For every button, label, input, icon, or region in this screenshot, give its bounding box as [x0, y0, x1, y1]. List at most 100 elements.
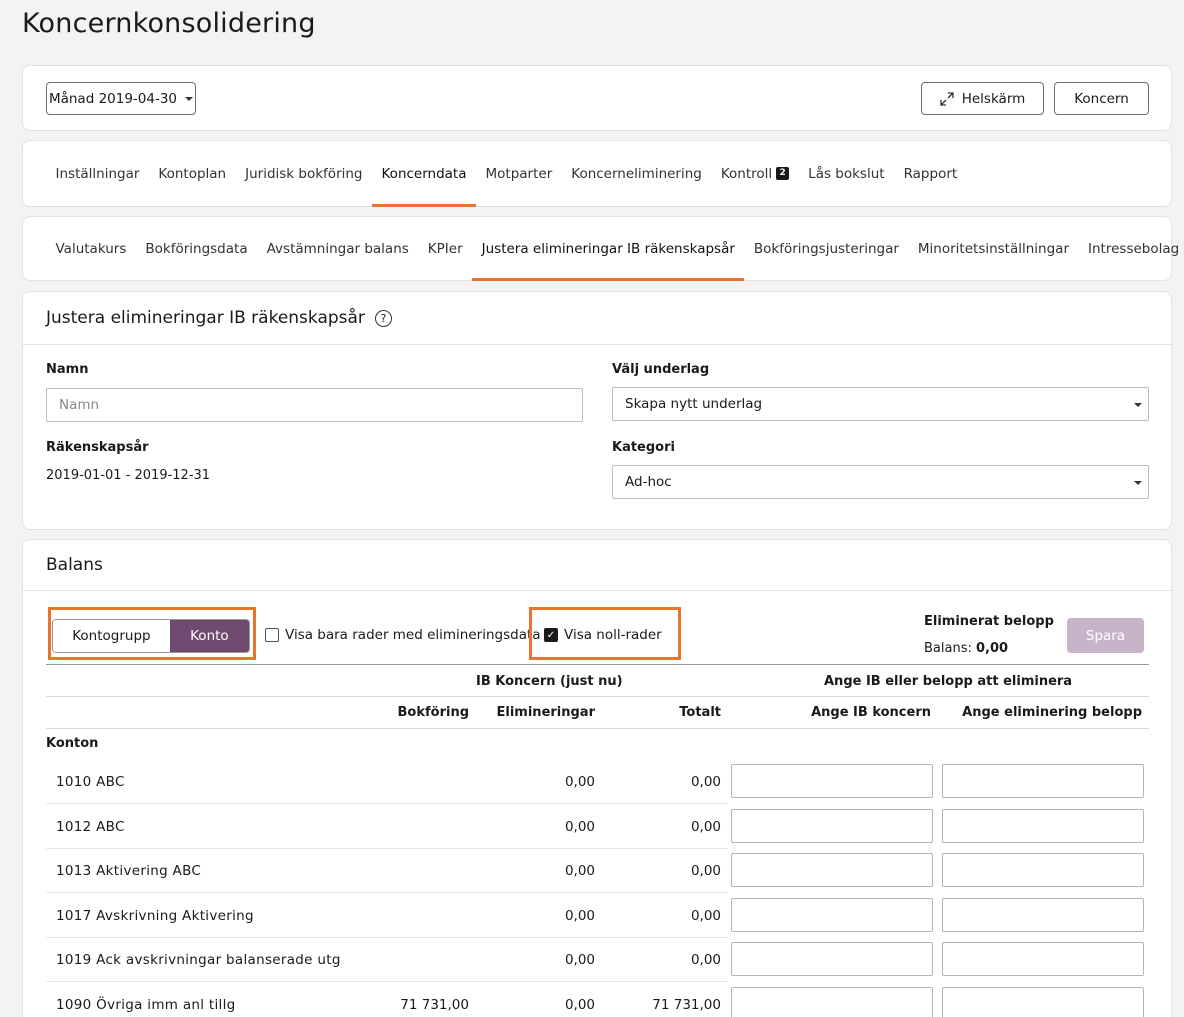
name-field[interactable]: Namn	[46, 388, 583, 422]
ib-group-header: IB Koncern (just nu)	[476, 674, 623, 689]
only-elim-label: Visa bara rader med elimineringsdata	[285, 627, 541, 643]
basis-select[interactable]: Skapa nytt underlag	[612, 387, 1149, 421]
enter-ib-input[interactable]	[731, 897, 933, 932]
tab-label: Kontroll	[720, 165, 773, 182]
subtab-label: Justera elimineringar IB räkenskapsår	[481, 240, 735, 257]
save-button[interactable]: Spara	[1067, 618, 1144, 653]
tab-label: Motparter	[485, 165, 553, 182]
tab-label: Kontoplan	[158, 165, 227, 182]
tab-label: Koncerneliminering	[571, 165, 702, 182]
enter-ib-input[interactable]	[731, 853, 933, 888]
balance-title: Balans	[46, 555, 103, 575]
subtab-label: Intressebolag	[1088, 240, 1180, 257]
subtab-avstämningar-balans[interactable]: Avstämningar balans	[257, 217, 418, 280]
form-title: Justera elimineringar IB räkenskapsår	[46, 308, 365, 328]
show-zero-label: Visa noll-rader	[564, 627, 662, 643]
help-icon[interactable]: ?	[374, 309, 392, 327]
check-icon[interactable]: ✓	[544, 628, 558, 642]
toggle-account[interactable]: Konto	[169, 620, 249, 652]
show-zero-checkbox-row[interactable]: ✓ Visa noll-rader	[544, 627, 662, 643]
subtab-label: Bokföringsdata	[145, 240, 248, 257]
basis-label: Välj underlag	[612, 362, 710, 377]
row-divider	[46, 981, 728, 983]
header-divider	[46, 696, 1149, 697]
group-button[interactable]: Koncern	[1054, 82, 1149, 115]
balance-label: Balans:	[924, 641, 972, 656]
tab-koncerndata[interactable]: Koncerndata	[372, 141, 477, 207]
tab-inställningar[interactable]: Inställningar	[46, 141, 149, 206]
category-select[interactable]: Ad-hoc	[612, 465, 1149, 499]
tab-juridisk-bokföring[interactable]: Juridisk bokföring	[236, 141, 372, 206]
subtab-label: Minoritetsinställningar	[917, 240, 1070, 257]
group-label: Koncern	[1074, 90, 1129, 107]
form-card: Justera elimineringar IB räkenskapsår ? …	[22, 291, 1172, 530]
account-name: 1090 Övriga imm anl tillg	[56, 997, 236, 1013]
tab-rapport[interactable]: Rapport	[894, 141, 967, 206]
fiscal-year-value: 2019-01-01 - 2019-12-31	[46, 468, 211, 483]
subtab-kpier[interactable]: KPIer	[418, 217, 472, 280]
category-value: Ad-hoc	[625, 474, 672, 490]
elim-value: 0,00	[564, 818, 595, 835]
total-value: 0,00	[690, 774, 721, 790]
enter-elim-input[interactable]	[942, 853, 1144, 888]
section-label: Konton	[46, 736, 99, 751]
row-divider	[46, 936, 728, 938]
col-enter-elim-header: Ange eliminering belopp	[962, 705, 1142, 720]
sub-tabs-card: Valutakurs Bokföringsdata Avstämningar bal…	[22, 216, 1179, 281]
enter-ib-input[interactable]	[731, 942, 933, 977]
toolbar-card: Månad 2019-04-30 Helskärm Koncern	[22, 65, 1172, 131]
view-toggle[interactable]: Kontogrupp Konto	[52, 619, 250, 653]
tab-koncerneliminering[interactable]: Koncerneliminering	[562, 141, 712, 206]
enter-ib-input[interactable]	[731, 808, 933, 843]
fullscreen-label: Helskärm	[961, 90, 1026, 107]
tab-motparter[interactable]: Motparter	[476, 141, 562, 206]
enter-ib-input[interactable]	[731, 764, 933, 798]
row-divider	[46, 847, 728, 849]
total-value: 0,00	[690, 863, 721, 880]
total-value: 0,00	[690, 907, 721, 924]
enter-elim-input[interactable]	[942, 987, 1144, 1017]
main-tabs-card: Inställningar Kontoplan Juridisk bokföring…	[22, 140, 1172, 207]
basis-value: Skapa nytt underlag	[625, 396, 763, 412]
tab-kontroll[interactable]: Kontroll 2	[711, 141, 798, 206]
subtab-minoritetsinställningar[interactable]: Minoritetsinställningar	[908, 217, 1078, 280]
row-divider	[46, 892, 728, 894]
tab-label: Rapport	[903, 165, 958, 182]
main-tabs: Inställningar Kontoplan Juridisk bokföring…	[46, 141, 967, 207]
tab-label: Juridisk bokföring	[245, 165, 363, 182]
enter-elim-input[interactable]	[942, 897, 1144, 932]
table-top-line	[46, 664, 1149, 665]
save-label: Spara	[1085, 627, 1126, 644]
total-value: 71 731,00	[652, 997, 721, 1013]
subtab-intressebolag[interactable]: Intressebolag	[1079, 217, 1184, 280]
enter-ib-input[interactable]	[731, 987, 933, 1017]
balance-header: Balans	[23, 540, 1171, 591]
toggle-account-group[interactable]: Kontogrupp	[53, 620, 170, 652]
name-placeholder: Namn	[59, 397, 100, 413]
subtab-bokföringsjusteringar[interactable]: Bokföringsjusteringar	[744, 217, 908, 280]
subtab-bokföringsdata[interactable]: Bokföringsdata	[136, 217, 257, 280]
subtab-justera-elimineringar-ib-räkenskapsår[interactable]: Justera elimineringar IB räkenskapsår	[472, 217, 745, 281]
account-name: 1012 ABC	[56, 818, 125, 835]
col-total-header: Totalt	[679, 705, 721, 720]
total-value: 0,00	[690, 952, 721, 969]
tab-lås-bokslut[interactable]: Lås bokslut	[799, 141, 894, 206]
col-elim-header: Elimineringar	[496, 705, 595, 720]
only-elim-checkbox-row[interactable]: Visa bara rader med elimineringsdata	[265, 627, 541, 643]
subtab-label: Valutakurs	[55, 240, 127, 257]
tab-label: Koncerndata	[381, 165, 467, 182]
enter-elim-input[interactable]	[942, 808, 1144, 843]
account-name: 1017 Avskrivning Aktivering	[56, 907, 254, 924]
enter-elim-input[interactable]	[942, 764, 1144, 798]
page-title: Koncernkonsolidering	[22, 8, 316, 39]
tab-kontoplan[interactable]: Kontoplan	[149, 141, 236, 206]
subtab-valutakurs[interactable]: Valutakurs	[46, 217, 136, 280]
enter-elim-input[interactable]	[942, 942, 1144, 977]
chevron-down-icon	[1134, 481, 1142, 485]
booking-value: 71 731,00	[400, 997, 469, 1013]
period-select[interactable]: Månad 2019-04-30	[46, 82, 196, 115]
account-name: 1010 ABC	[56, 774, 125, 790]
count-badge: 2	[776, 167, 790, 180]
only-elim-checkbox[interactable]	[265, 628, 279, 642]
fullscreen-button[interactable]: Helskärm	[921, 82, 1044, 115]
